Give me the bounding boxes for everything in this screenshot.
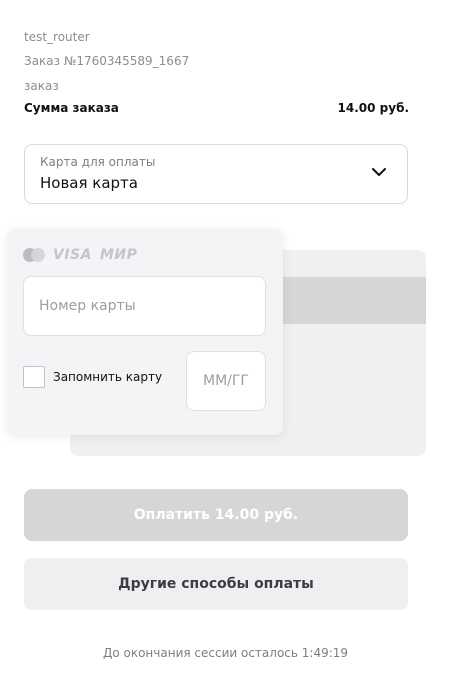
- mastercard-logo: [23, 248, 45, 262]
- order-sum-value: 14.00 руб.: [337, 101, 409, 115]
- mir-logo: МИР: [99, 247, 138, 263]
- remember-card-label[interactable]: Запомнить карту: [53, 370, 162, 384]
- card-front-form: VISA МИР Номер карты Запомнить карту ММ/…: [7, 229, 283, 435]
- remember-card-checkbox[interactable]: [23, 366, 45, 388]
- expiry-date-input[interactable]: ММ/ГГ: [186, 351, 266, 411]
- payment-card-select[interactable]: Карта для оплаты Новая карта: [24, 144, 408, 204]
- order-sum-label: Сумма заказа: [24, 101, 119, 115]
- payment-card-select-label: Карта для оплаты: [40, 155, 156, 169]
- payment-card-select-value: Новая карта: [40, 174, 138, 192]
- chevron-down-icon: [372, 168, 386, 176]
- pay-button[interactable]: Оплатить 14.00 руб.: [24, 489, 408, 541]
- merchant-name: test_router: [24, 30, 90, 44]
- order-number: Заказ №1760345589_1667: [24, 54, 190, 68]
- expiry-date-placeholder: ММ/ГГ: [203, 373, 249, 389]
- card-number-input[interactable]: Номер карты: [23, 276, 266, 336]
- card-brands: VISA МИР: [23, 245, 137, 265]
- remember-card-row[interactable]: Запомнить карту: [23, 366, 162, 388]
- other-payment-methods-button[interactable]: Другие способы оплаты: [24, 558, 408, 610]
- card-number-placeholder: Номер карты: [39, 298, 136, 314]
- visa-logo: VISA: [53, 247, 92, 263]
- session-timer: До окончания сессии осталось 1:49:19: [102, 646, 349, 660]
- order-description: заказ: [24, 79, 59, 93]
